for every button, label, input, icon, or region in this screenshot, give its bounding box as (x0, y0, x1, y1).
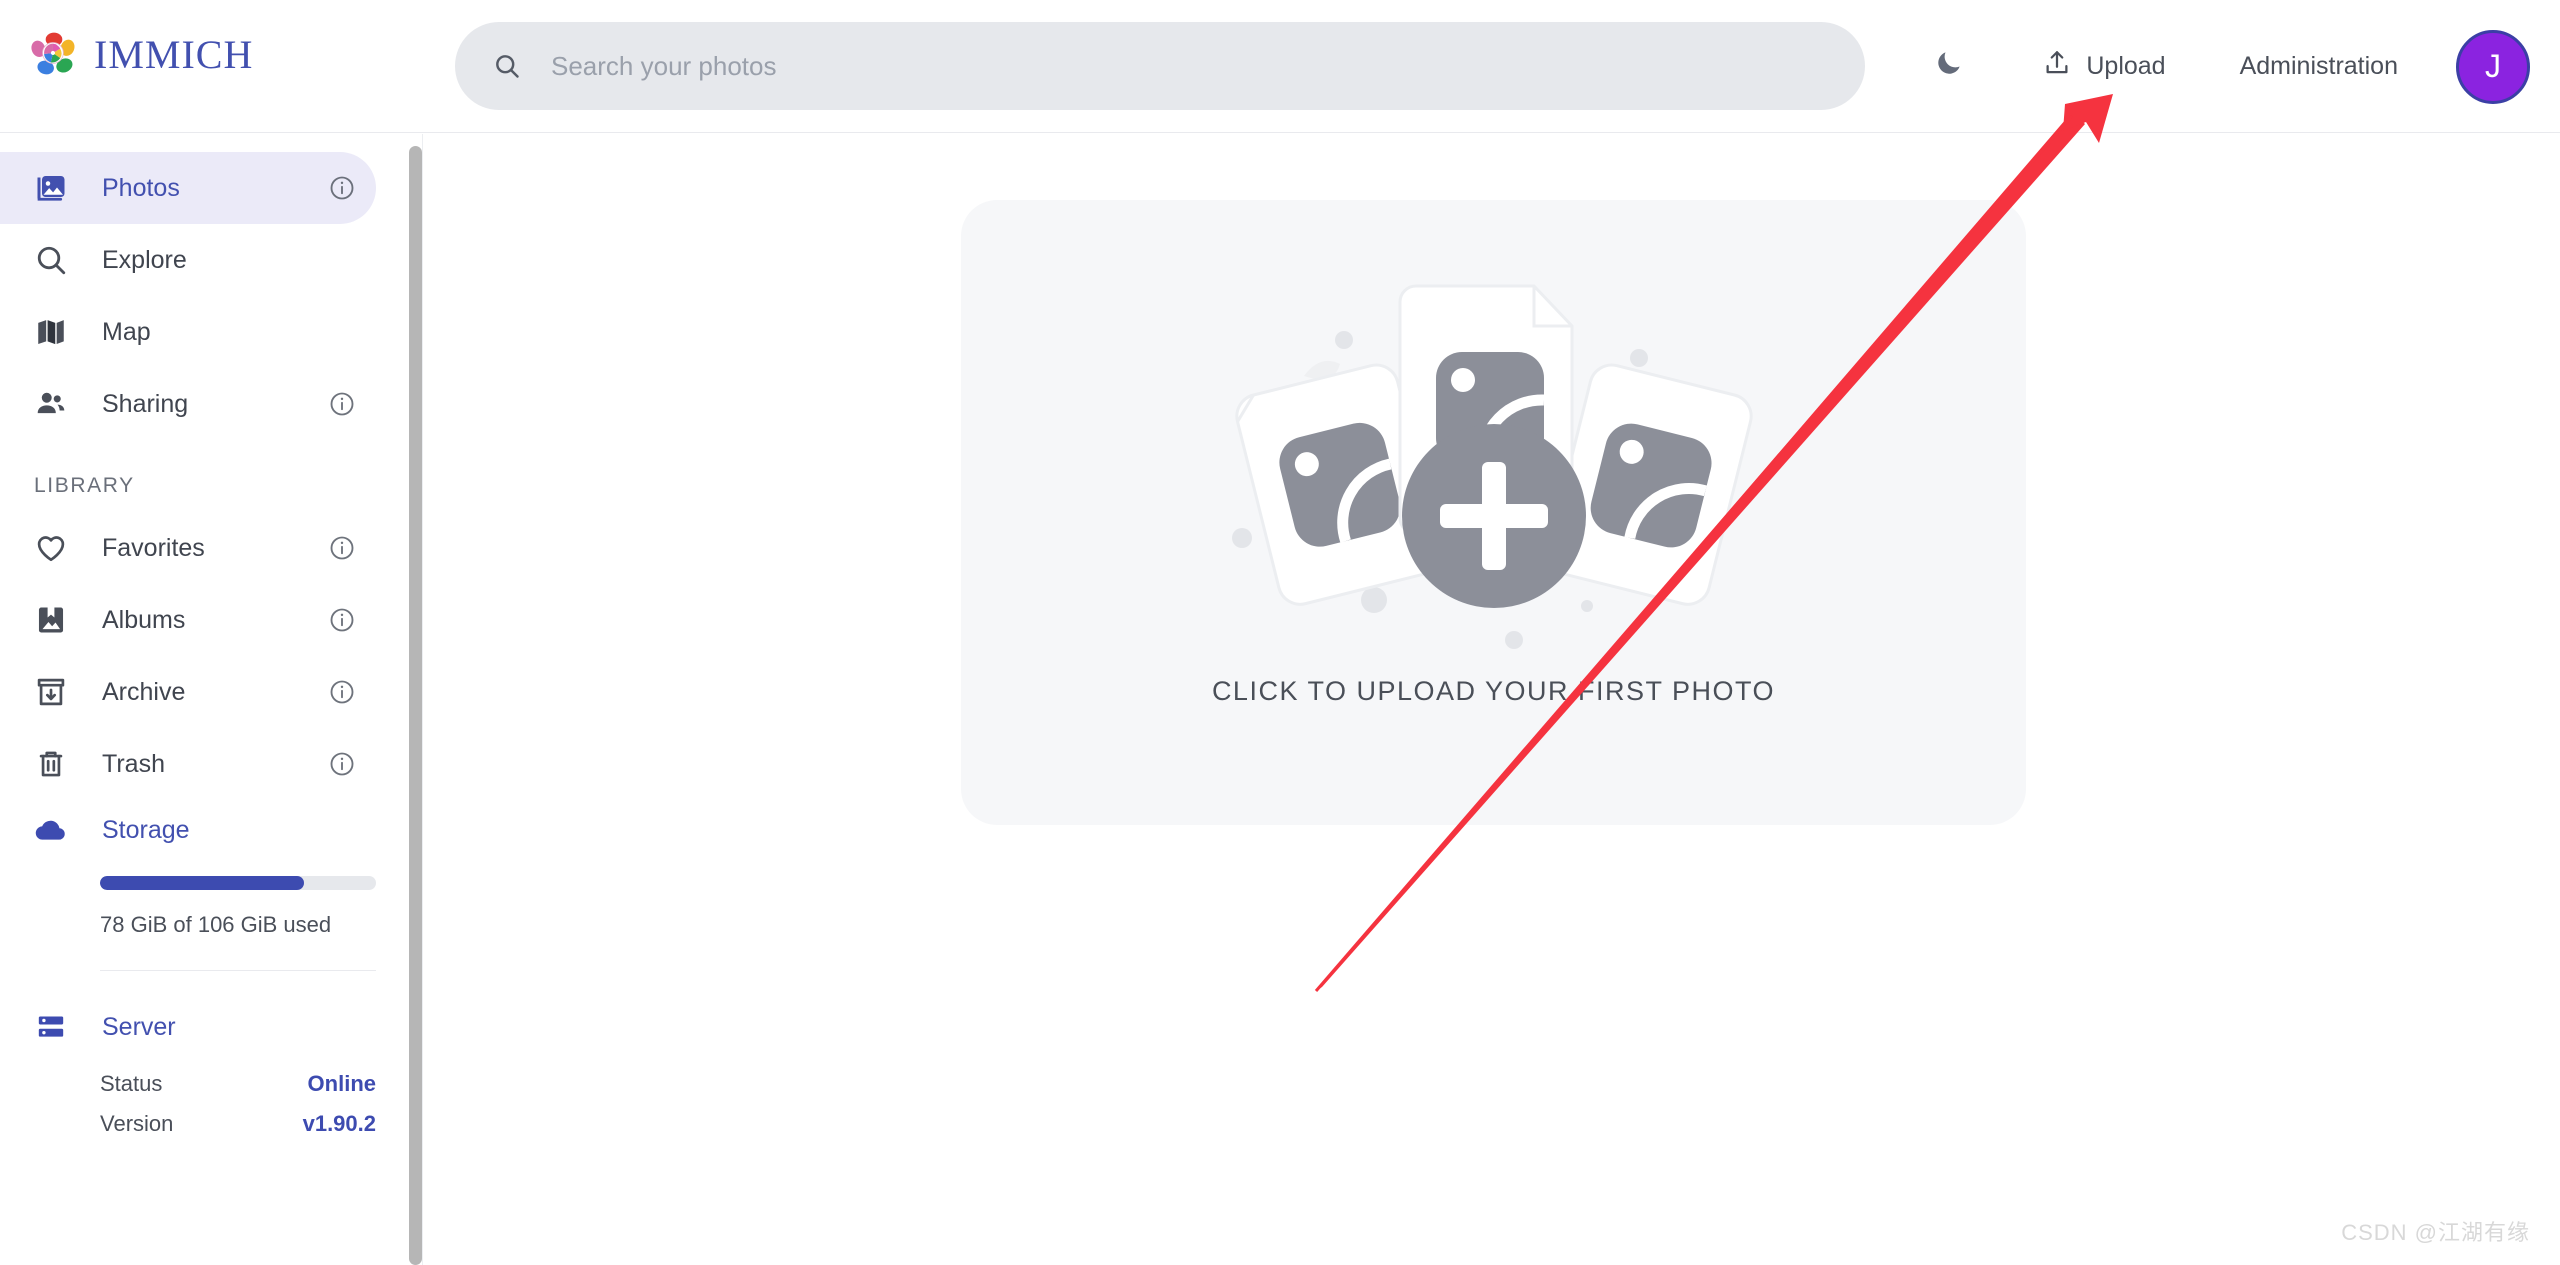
header-actions: Upload Administration J (1912, 0, 2530, 133)
sidebar: Photos Explore Map Sharing LIBRARY Favor… (0, 134, 423, 1265)
sharing-icon (30, 383, 72, 425)
sidebar-item-photos[interactable]: Photos (0, 152, 376, 224)
sidebar-divider (100, 970, 376, 971)
search-bar[interactable] (455, 22, 1865, 110)
upload-panel-caption: CLICK TO UPLOAD YOUR FIRST PHOTO (1211, 676, 1776, 706)
theme-toggle-button[interactable] (1912, 36, 1986, 97)
info-icon[interactable] (328, 606, 356, 634)
storage-used-text: 78 GiB of 106 GiB used (100, 912, 332, 937)
moon-icon (1934, 48, 1964, 85)
sidebar-item-favorites[interactable]: Favorites (0, 512, 376, 584)
administration-label: Administration (2239, 52, 2398, 80)
storage-section: Storage 78 GiB of 106 GiB used (0, 800, 422, 938)
trash-icon (30, 743, 72, 785)
server-section: Server Status Online Version v1.90.2 (0, 997, 422, 1137)
avatar[interactable]: J (2456, 29, 2530, 104)
sidebar-item-label: Map (102, 317, 151, 346)
sidebar-item-label: Explore (102, 245, 187, 274)
sidebar-item-label: Archive (102, 677, 186, 706)
library-section-label: LIBRARY (34, 474, 135, 497)
upload-icon (2042, 48, 2072, 85)
server-status-value: Online (307, 1071, 376, 1096)
info-icon[interactable] (328, 390, 356, 418)
server-version-value: v1.90.2 (302, 1111, 376, 1136)
sidebar-item-archive[interactable]: Archive (0, 656, 376, 728)
storage-progress-fill (100, 876, 305, 890)
search-icon (493, 52, 521, 80)
photo-cards-with-plus-illustration (1184, 248, 1804, 668)
server-icon (30, 1006, 72, 1048)
server-status-row: Status Online (100, 1071, 376, 1097)
sidebar-item-trash[interactable]: Trash (0, 728, 376, 800)
immich-flower-logo-icon (28, 28, 80, 80)
map-icon (30, 311, 72, 353)
immich-app-window: IMMICH Search your photos Upload Adminis… (0, 0, 2560, 1265)
watermark: CSDN @江湖有缘 (2341, 1220, 2530, 1245)
server-version-row: Version v1.90.2 (100, 1111, 376, 1137)
server-header[interactable]: Server (0, 997, 422, 1057)
sidebar-item-label: Trash (102, 749, 165, 778)
sidebar-item-albums[interactable]: Albums (0, 584, 376, 656)
photos-icon (30, 167, 72, 209)
info-icon[interactable] (328, 534, 356, 562)
sidebar-scrollbar[interactable] (409, 146, 422, 1265)
info-icon[interactable] (328, 174, 356, 202)
info-icon[interactable] (328, 678, 356, 706)
info-icon[interactable] (328, 750, 356, 778)
sidebar-item-label: Albums (102, 605, 186, 634)
explore-icon (30, 239, 72, 281)
main-content: CLICK TO UPLOAD YOUR FIRST PHOTO (424, 134, 2560, 1265)
storage-label: Storage (102, 815, 190, 844)
brand-name: IMMICH (94, 31, 254, 77)
server-version-key: Version (100, 1111, 174, 1136)
upload-button[interactable]: Upload (2024, 36, 2183, 97)
storage-header[interactable]: Storage (0, 800, 388, 860)
administration-button[interactable]: Administration (2222, 40, 2416, 93)
upload-dropzone-panel[interactable]: CLICK TO UPLOAD YOUR FIRST PHOTO (961, 200, 2026, 825)
sidebar-item-map[interactable]: Map (0, 296, 376, 368)
heart-icon (30, 527, 72, 569)
cloud-icon (30, 809, 72, 851)
search-input[interactable] (551, 50, 1835, 82)
upload-label: Upload (2086, 52, 2166, 80)
sidebar-item-explore[interactable]: Explore (0, 224, 376, 296)
albums-icon (30, 599, 72, 641)
brand-logo-area[interactable]: IMMICH (28, 28, 253, 80)
sidebar-item-label: Photos (102, 173, 180, 202)
sidebar-item-label: Favorites (102, 533, 205, 562)
sidebar-item-label: Sharing (102, 389, 189, 418)
top-header: IMMICH Search your photos Upload Adminis… (0, 0, 2560, 133)
storage-progress-track (100, 876, 376, 890)
server-label: Server (102, 1012, 176, 1041)
archive-icon (30, 671, 72, 713)
server-status-key: Status (100, 1071, 163, 1096)
sidebar-item-sharing[interactable]: Sharing (0, 368, 376, 440)
avatar-initial: J (2485, 48, 2501, 84)
